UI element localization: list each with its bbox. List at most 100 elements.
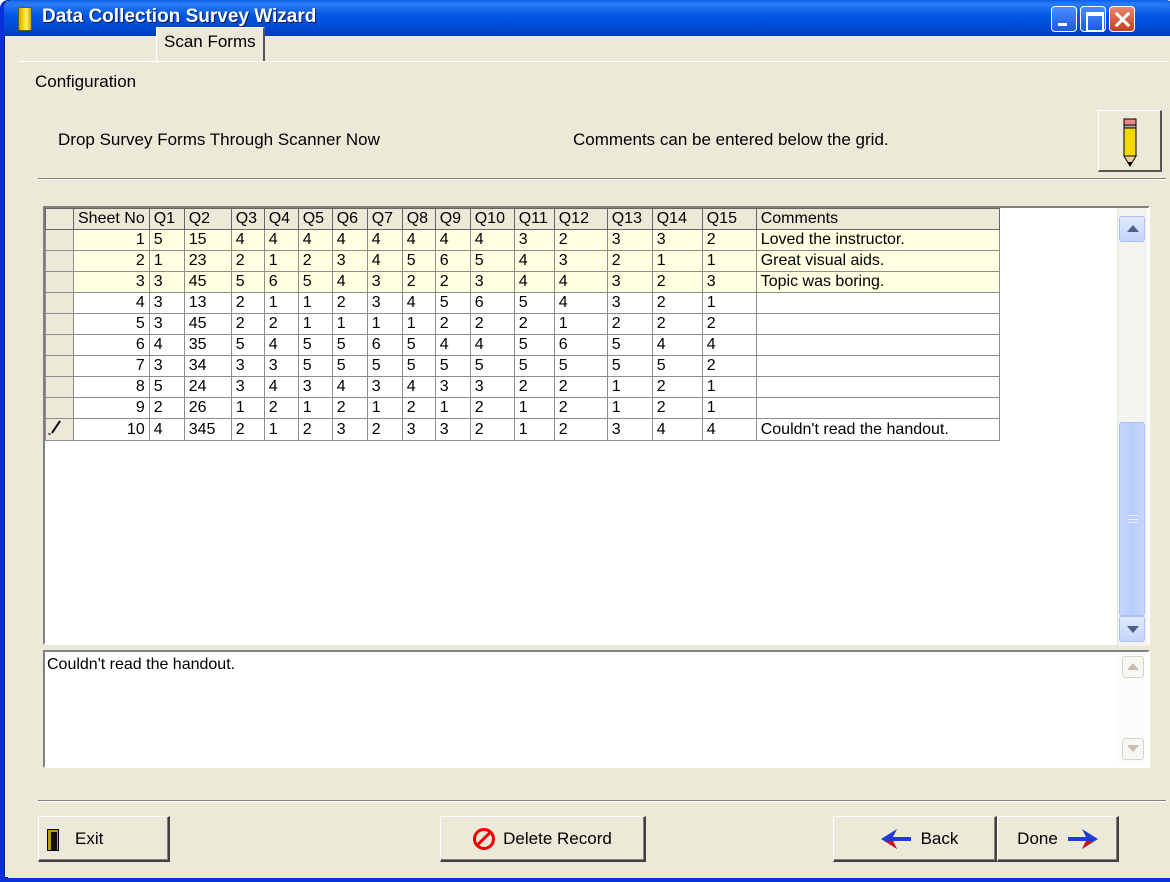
sheet-no-cell[interactable]: 6 [73,334,150,356]
row-selector[interactable] [45,271,74,293]
column-header[interactable]: Comments [755,208,1000,230]
column-header[interactable]: Q15 [701,208,757,230]
scroll-down-button[interactable] [1119,616,1145,642]
answer-cell[interactable]: 1 [366,313,403,335]
answer-cell[interactable]: 2 [230,250,265,272]
answer-cell[interactable]: 4 [263,376,299,398]
survey-grid[interactable]: Sheet No Q1 Q2 Q3 Q4 Q5 Q6 Q7 Q8 Q9 Q10 Q11 Q12 Q13 Q1… [43,206,1150,645]
row-selector[interactable] [45,397,74,419]
table-row[interactable]: 5 3 45 2 2 1 1 1 1 2 2 2 1 2 2 2 [45,313,1000,335]
sheet-no-cell[interactable]: 8 [73,376,150,398]
column-header[interactable]: Q12 [553,208,608,230]
answer-cell[interactable]: 5 [331,334,368,356]
answer-cell[interactable]: 4 [651,418,703,441]
answer-cell[interactable]: 2 [553,376,608,398]
sheet-no-cell[interactable]: 5 [73,313,150,335]
answer-cell[interactable]: 1 [553,313,608,335]
answer-cell[interactable]: 1 [513,397,555,419]
answer-cell[interactable]: 2 [701,229,757,251]
answer-cell[interactable]: 1 [297,292,333,314]
column-header[interactable]: Q13 [606,208,653,230]
table-row[interactable]: 2 1 23 2 1 2 3 4 5 6 5 4 3 2 1 1 Great visual aids. [45,250,1000,272]
answer-cell[interactable]: 23 [183,250,232,272]
answer-cell[interactable]: 4 [331,376,368,398]
tab-scan-forms[interactable]: Scan Forms [156,27,265,62]
answer-cell[interactable]: 3 [331,250,368,272]
row-selector[interactable] [45,292,74,314]
table-row[interactable]: 3 3 45 5 6 5 4 3 2 2 3 4 4 3 2 3 Topic was boring. [45,271,1000,293]
answer-cell[interactable]: 1 [366,397,403,419]
comments-cell[interactable] [755,376,1000,398]
answer-cell[interactable]: 1 [513,418,555,441]
column-header[interactable]: Q7 [366,208,403,230]
answer-cell[interactable]: 4 [513,250,555,272]
answer-cell[interactable]: 2 [701,355,757,377]
answer-cell[interactable]: 24 [183,376,232,398]
answer-cell[interactable]: 3 [401,418,436,441]
answer-cell[interactable]: 6 [553,334,608,356]
answer-cell[interactable]: 4 [401,229,436,251]
answer-cell[interactable]: 3 [651,229,703,251]
pencil-button[interactable] [1098,110,1162,172]
answer-cell[interactable]: 5 [401,334,436,356]
answer-cell[interactable]: 3 [469,376,515,398]
answer-cell[interactable]: 1 [263,250,299,272]
answer-cell[interactable]: 3 [553,250,608,272]
answer-cell[interactable]: 6 [434,250,471,272]
back-button[interactable]: Back [833,816,997,862]
table-row[interactable]: 7 3 34 3 3 5 5 5 5 5 5 5 5 5 5 2 [45,355,1000,377]
answer-cell[interactable]: 4 [331,229,368,251]
comments-cell[interactable]: Couldn't read the handout. [755,418,1000,441]
comments-cell[interactable]: Topic was boring. [755,271,1000,293]
answer-cell[interactable]: 4 [148,418,185,441]
answer-cell[interactable]: 5 [469,355,515,377]
answer-cell[interactable]: 3 [366,271,403,293]
answer-cell[interactable]: 1 [701,292,757,314]
table-row[interactable]: 9 2 26 1 2 1 2 1 2 1 2 1 2 1 2 1 [45,397,1000,419]
comment-scrollbar[interactable] [1118,652,1148,766]
row-selector[interactable] [45,313,74,335]
answer-cell[interactable]: 2 [263,313,299,335]
answer-cell[interactable]: 4 [366,250,403,272]
answer-cell[interactable]: 2 [651,313,703,335]
delete-record-button[interactable]: Delete Record [440,816,646,862]
answer-cell[interactable]: 2 [513,313,555,335]
answer-cell[interactable]: 2 [469,418,515,441]
answer-cell[interactable]: 4 [469,229,515,251]
row-selector[interactable] [45,355,74,377]
comment-textarea[interactable]: Couldn't read the handout. [43,650,1150,768]
answer-cell[interactable]: 1 [331,313,368,335]
answer-cell[interactable]: 2 [701,313,757,335]
answer-cell[interactable]: 4 [553,292,608,314]
answer-cell[interactable]: 4 [469,334,515,356]
answer-cell[interactable]: 3 [366,292,403,314]
answer-cell[interactable]: 5 [230,334,265,356]
answer-cell[interactable]: 35 [183,334,232,356]
column-header[interactable]: Sheet No [73,208,150,230]
row-selector[interactable] [45,229,74,251]
answer-cell[interactable]: 2 [230,418,265,441]
scroll-thumb[interactable] [1119,422,1145,616]
answer-cell[interactable]: 4 [513,271,555,293]
sheet-no-cell[interactable]: 3 [73,271,150,293]
answer-cell[interactable]: 1 [651,250,703,272]
sheet-no-cell[interactable]: 7 [73,355,150,377]
answer-cell[interactable]: 5 [148,376,185,398]
answer-cell[interactable]: 6 [366,334,403,356]
answer-cell[interactable]: 3 [366,376,403,398]
answer-cell[interactable]: 4 [263,334,299,356]
answer-cell[interactable]: 4 [401,376,436,398]
answer-cell[interactable]: 2 [331,397,368,419]
answer-cell[interactable]: 15 [183,229,232,251]
answer-cell[interactable]: 1 [701,397,757,419]
answer-cell[interactable]: 5 [513,334,555,356]
answer-cell[interactable]: 4 [230,229,265,251]
answer-cell[interactable]: 4 [331,271,368,293]
answer-cell[interactable]: 1 [701,250,757,272]
answer-cell[interactable]: 2 [651,271,703,293]
answer-cell[interactable]: 4 [401,292,436,314]
answer-cell[interactable]: 1 [606,397,653,419]
answer-cell[interactable]: 3 [230,355,265,377]
answer-cell[interactable]: 2 [651,292,703,314]
table-row[interactable]: 1 5 15 4 4 4 4 4 4 4 4 3 2 3 3 2 Loved the instructor. [45,229,1000,251]
